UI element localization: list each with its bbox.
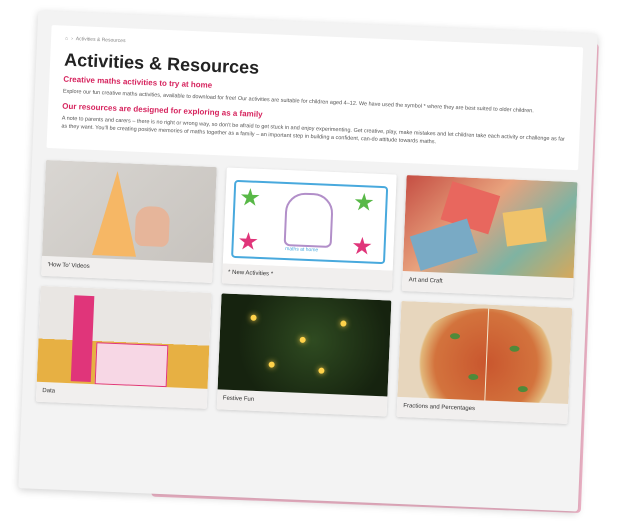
light-bulb <box>250 314 257 321</box>
paper-piece <box>410 218 479 271</box>
resource-grid: 'How To' Videos ★ ★ ★ ★ maths at home * … <box>35 159 578 425</box>
star-icon: ★ <box>352 188 376 217</box>
pink-card-image <box>70 295 95 383</box>
tile-data[interactable]: Data <box>35 285 212 409</box>
tile-fractions-and-percentages[interactable]: Fractions and Percentages <box>396 300 573 425</box>
light-bulb <box>268 361 275 368</box>
light-bulb <box>317 367 325 374</box>
paper-plane-image <box>92 170 140 257</box>
star-icon: ★ <box>236 228 260 256</box>
page-card: ⌂ › Activities & Resources Activities & … <box>18 10 598 512</box>
breadcrumb-separator: › <box>70 35 73 42</box>
new-activities-thumbnail: ★ ★ ★ ★ maths at home <box>222 167 398 271</box>
light-bulb <box>299 336 306 343</box>
fractions-thumbnail <box>397 300 573 405</box>
light-bulb <box>339 320 347 327</box>
tile-art-and-craft[interactable]: Art and Craft <box>402 175 578 299</box>
hand-image <box>134 205 171 248</box>
how-to-videos-thumbnail <box>41 159 217 264</box>
home-icon[interactable]: ⌂ <box>65 36 68 42</box>
star-icon: ★ <box>350 232 374 261</box>
paper-piece <box>502 207 548 247</box>
screenshot-stage: ⌂ › Activities & Resources Activities & … <box>0 0 618 530</box>
star-icon: ★ <box>238 184 262 212</box>
booklet-image <box>94 342 169 388</box>
data-thumbnail <box>36 285 212 389</box>
tile-new-activities[interactable]: ★ ★ ★ ★ maths at home * New Activities * <box>221 167 398 291</box>
festive-fun-thumbnail <box>217 293 392 397</box>
art-and-craft-thumbnail <box>402 175 578 279</box>
header-panel: ⌂ › Activities & Resources Activities & … <box>46 25 584 171</box>
tile-how-to-videos[interactable]: 'How To' Videos <box>41 159 217 283</box>
tile-festive-fun[interactable]: Festive Fun <box>216 293 392 417</box>
breadcrumb-item-current: Activities & Resources <box>75 36 126 45</box>
smiley-logo-icon <box>283 191 334 248</box>
